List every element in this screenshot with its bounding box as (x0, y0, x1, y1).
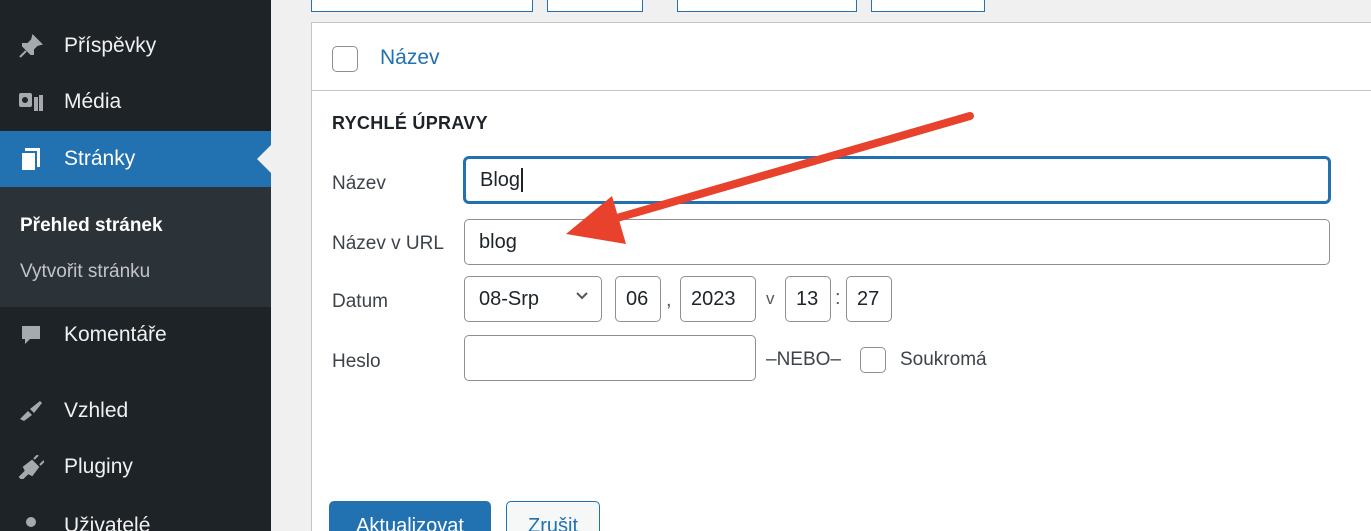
pages-submenu: Přehled stránek Vytvořit stránku (0, 187, 271, 307)
brush-icon (14, 394, 48, 428)
sidebar-item-label: Média (64, 90, 122, 113)
hour-input[interactable]: 13 (785, 276, 831, 322)
pages-icon (14, 142, 48, 176)
column-title-link[interactable]: Název (380, 46, 440, 70)
day-input[interactable]: 06 (615, 276, 661, 322)
current-indicator (257, 145, 271, 173)
sidebar-item-label: Příspěvky (64, 34, 157, 57)
title-input[interactable]: Blog (464, 157, 1330, 203)
pages-table: Název RYCHLÉ ÚPRAVY Název Blog Název v U… (311, 22, 1371, 531)
date-at-text: v (766, 289, 775, 308)
top-control[interactable] (871, 0, 985, 12)
private-label: Soukromá (900, 349, 987, 370)
time-colon: : (835, 287, 841, 309)
or-separator: –NEBO– (766, 349, 841, 370)
slug-input[interactable]: blog (464, 219, 1330, 265)
minute-input[interactable]: 27 (846, 276, 892, 322)
sidebar-item-label: Vzhled (64, 399, 129, 422)
media-icon (14, 85, 48, 119)
sidebar-item-label: Pluginy (64, 455, 133, 478)
date-label: Datum (332, 291, 388, 312)
top-control[interactable] (677, 0, 857, 12)
title-label: Název (332, 173, 386, 194)
admin-sidebar: Příspěvky Média Stránky Přehled stránek … (0, 0, 271, 531)
plug-icon (14, 450, 48, 484)
top-control[interactable] (547, 0, 643, 12)
slug-label: Název v URL (332, 233, 444, 254)
chevron-down-icon (575, 289, 589, 308)
sidebar-item-label: Stránky (64, 147, 136, 170)
sidebar-item-posts[interactable]: Příspěvky (0, 18, 271, 74)
submenu-item-add-page[interactable]: Vytvořit stránku (20, 261, 150, 283)
sidebar-item-users[interactable]: Uživatelé (0, 498, 271, 531)
top-control[interactable] (311, 0, 533, 12)
sidebar-item-media[interactable]: Média (0, 74, 271, 130)
date-comma: , (666, 289, 672, 311)
year-input[interactable]: 2023 (680, 276, 756, 322)
update-button[interactable]: Aktualizovat (329, 501, 491, 531)
password-label: Heslo (332, 351, 381, 372)
sidebar-item-label: Uživatelé (64, 514, 151, 531)
month-select[interactable]: 08-Srp (464, 276, 602, 322)
sidebar-item-appearance[interactable]: Vzhled (0, 383, 271, 439)
select-all-checkbox[interactable] (332, 46, 358, 72)
pin-icon (14, 29, 48, 63)
cancel-button[interactable]: Zrušit (506, 501, 600, 531)
private-checkbox[interactable] (860, 347, 886, 373)
sidebar-item-plugins[interactable]: Pluginy (0, 439, 271, 495)
comment-icon (14, 318, 48, 352)
quick-edit-heading: RYCHLÉ ÚPRAVY (332, 113, 488, 133)
submenu-item-all-pages[interactable]: Přehled stránek (20, 215, 163, 237)
main-content: Název RYCHLÉ ÚPRAVY Název Blog Název v U… (271, 0, 1371, 531)
sidebar-item-label: Komentáře (64, 323, 167, 346)
sidebar-item-pages[interactable]: Stránky (0, 131, 271, 187)
table-header-row: Název (312, 23, 1371, 91)
text-caret (521, 168, 523, 192)
password-input[interactable] (464, 335, 756, 381)
user-icon (14, 509, 48, 531)
sidebar-item-comments[interactable]: Komentáře (0, 307, 271, 363)
